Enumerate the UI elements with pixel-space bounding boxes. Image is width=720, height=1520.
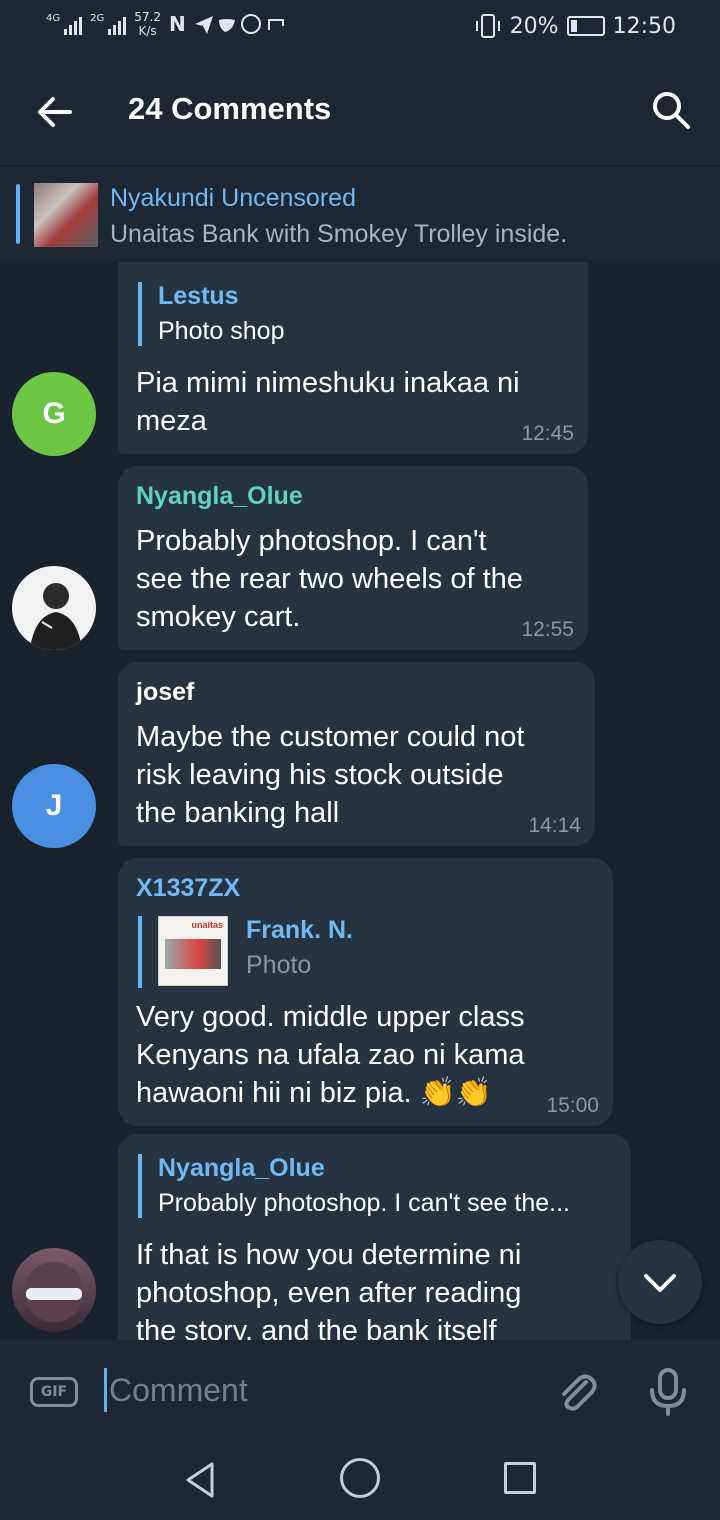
back-arrow-icon[interactable]: [34, 91, 76, 133]
comment-bubble[interactable]: Nyangla_Olue Probably photoshop. I can't…: [118, 1134, 631, 1340]
comment-line: photoshop, even after reading: [136, 1277, 522, 1309]
comment-bubble[interactable]: X1337ZX unaitas Frank. N. Photo Very goo…: [118, 858, 613, 1126]
notification-icons: N: [169, 12, 284, 36]
comment-input[interactable]: Comment: [104, 1368, 524, 1412]
signal-icon: 4G: [46, 13, 83, 35]
comment-line: meza: [136, 405, 207, 437]
microphone-icon[interactable]: [646, 1366, 690, 1418]
pinned-thumbnail[interactable]: [34, 183, 98, 247]
pinned-text: Unaitas Bank with Smokey Trolley inside.: [110, 220, 568, 248]
nav-back-icon[interactable]: [180, 1458, 224, 1502]
app-header: 24 Comments: [0, 55, 720, 165]
comment-bubble[interactable]: josef Maybe the customer could not risk …: [118, 662, 595, 846]
reply-quote[interactable]: unaitas Frank. N. Photo: [138, 916, 478, 988]
status-left: 4G 2G 57.2 K/s N: [46, 10, 289, 38]
battery-icon: [566, 16, 605, 36]
comment-line: the story, and the bank itself: [136, 1315, 497, 1340]
comment-line: Very good. middle upper class: [136, 1001, 525, 1033]
speed-value: 57.2: [134, 10, 161, 24]
page-title: 24 Comments: [128, 91, 332, 126]
reply-text: Photo: [246, 951, 312, 979]
avatar-letter: J: [45, 789, 63, 822]
comment-text: Pia mimi nimeshuku inakaa ni meza: [136, 364, 520, 440]
chevron-down-icon: [644, 1274, 676, 1292]
comment-bubble[interactable]: Lestus Photo shop Pia mimi nimeshuku ina…: [118, 262, 588, 454]
profile-photo-icon: [24, 1262, 84, 1322]
reply-thumbnail-logo: unaitas: [191, 920, 223, 930]
reply-text: Probably photoshop. I can't see the...: [158, 1189, 570, 1217]
comment-line: If that is how you determine ni: [136, 1239, 522, 1271]
network-speed: 57.2 K/s: [134, 10, 161, 38]
pinned-post[interactable]: Nyakundi Uncensored Unaitas Bank with Sm…: [0, 165, 720, 261]
pinned-channel-name: Nyakundi Uncensored: [110, 184, 356, 212]
scroll-down-button[interactable]: [618, 1240, 702, 1324]
comment-text: Probably photoshop. I can't see the rear…: [136, 522, 523, 636]
avatar[interactable]: J: [12, 764, 96, 848]
comment-input-bar: GIF Comment: [0, 1340, 720, 1440]
comment-author[interactable]: Nyangla_Olue: [136, 482, 303, 511]
status-right: 20% 12:50: [474, 13, 676, 39]
speed-unit: K/s: [138, 24, 157, 38]
avatar[interactable]: [12, 566, 96, 650]
nav-home-icon[interactable]: [340, 1458, 380, 1498]
reply-author: Lestus: [158, 282, 239, 310]
comment-time: 14:14: [528, 814, 581, 837]
comment-text: Very good. middle upper class Kenyans na…: [136, 998, 525, 1112]
network-type-2: 2G: [90, 13, 105, 24]
avatar[interactable]: G: [12, 372, 96, 456]
nav-recents-icon[interactable]: [504, 1462, 536, 1494]
comment-line: the banking hall: [136, 797, 340, 829]
comment-text: If that is how you determine ni photosho…: [136, 1236, 521, 1340]
reply-quote[interactable]: Lestus Photo shop: [138, 282, 285, 346]
gif-button[interactable]: GIF: [30, 1377, 78, 1407]
comment-line: hawaoni hii ni biz pia. 👏👏: [136, 1077, 492, 1109]
comment-time: 12:45: [521, 422, 574, 445]
comment-author[interactable]: josef: [136, 678, 194, 707]
reply-quote[interactable]: Nyangla_Olue Probably photoshop. I can't…: [138, 1154, 570, 1218]
reply-author: Frank. N.: [246, 916, 353, 944]
svg-text:N: N: [169, 12, 186, 36]
search-icon[interactable]: [650, 89, 692, 131]
profile-photo-icon: [30, 583, 82, 650]
comment-line: see the rear two wheels of the: [136, 563, 523, 595]
reply-text: Photo shop: [158, 317, 285, 345]
reply-thumbnail: unaitas: [158, 916, 228, 986]
status-bar: 4G 2G 57.2 K/s N 20% 12:50: [0, 0, 720, 55]
reply-author: Nyangla_Olue: [158, 1154, 325, 1182]
avatar-letter: G: [42, 397, 66, 430]
comment-bubble[interactable]: Nyangla_Olue Probably photoshop. I can't…: [118, 466, 588, 650]
comments-list: Lestus Photo shop Pia mimi nimeshuku ina…: [0, 262, 720, 1340]
pinned-accent-bar: [16, 184, 20, 244]
clock: 12:50: [612, 13, 676, 39]
battery-percent: 20%: [509, 13, 559, 39]
comment-line: Pia mimi nimeshuku inakaa ni: [136, 367, 520, 399]
network-type-1: 4G: [46, 13, 61, 24]
comment-author[interactable]: X1337ZX: [136, 874, 240, 903]
avatar[interactable]: [12, 1248, 96, 1332]
comment-line: Maybe the customer could not: [136, 721, 525, 753]
comment-line: smokey cart.: [136, 601, 301, 633]
comment-time: 15:00: [546, 1094, 599, 1117]
vibrate-icon: [475, 14, 500, 38]
comment-text: Maybe the customer could not risk leavin…: [136, 718, 524, 832]
comment-time: 12:55: [521, 618, 574, 641]
paperclip-icon[interactable]: [552, 1368, 600, 1416]
system-nav-bar: [0, 1440, 720, 1520]
comment-line: Kenyans na ufala zao ni kama: [136, 1039, 525, 1071]
comment-line: Probably photoshop. I can't: [136, 525, 487, 557]
comment-line: risk leaving his stock outside: [136, 759, 504, 791]
signal-icon-2: 2G: [90, 13, 127, 35]
